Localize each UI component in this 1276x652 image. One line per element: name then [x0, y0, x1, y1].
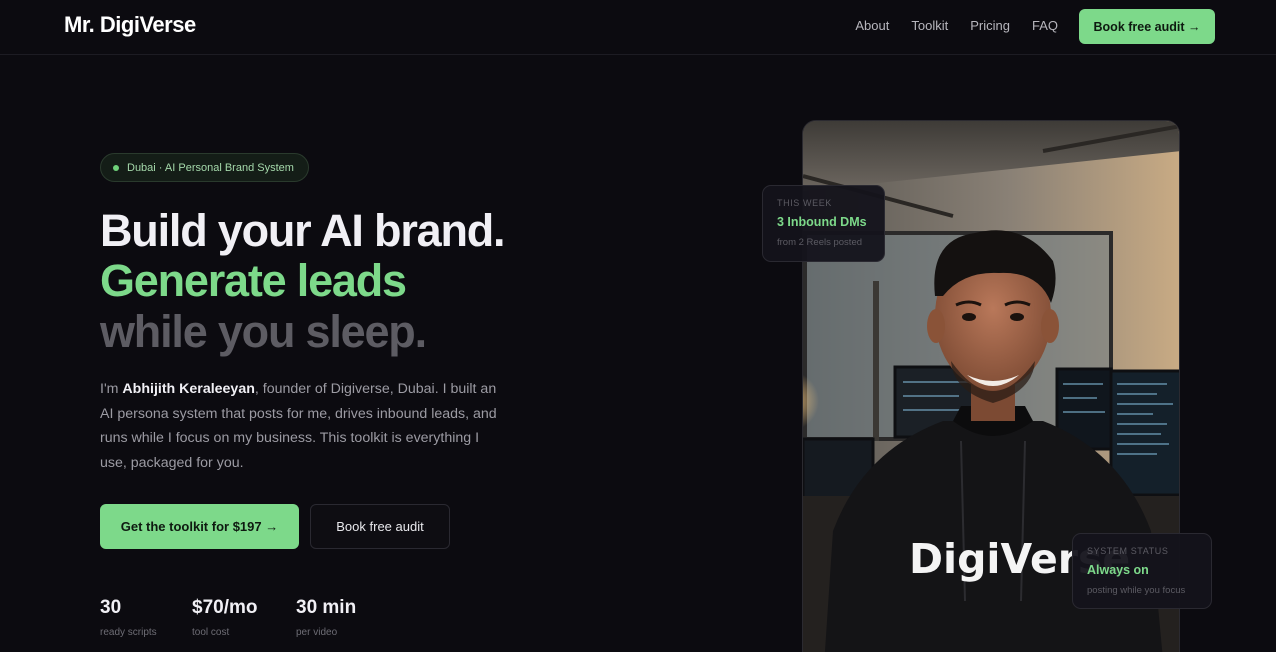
stat-tool-cost: $70/mo tool cost: [192, 597, 257, 638]
intro-name: Abhijith Keraleeyan: [122, 381, 255, 397]
inbound-dms-card: THIS WEEK 3 Inbound DMs from 2 Reels pos…: [762, 185, 885, 262]
headline-line-1: Build your AI brand.: [100, 205, 506, 256]
nav-book-audit-button[interactable]: Book free audit →: [1079, 9, 1215, 44]
headline-line-2: Generate leads: [100, 255, 407, 306]
logo-text: Mr. DigiVerse: [64, 12, 196, 37]
intro-prefix: I'm: [100, 381, 123, 397]
card-kicker: SYSTEM STATUS: [1087, 546, 1169, 556]
stat-label: per video: [296, 627, 338, 638]
get-toolkit-button[interactable]: Get the toolkit for $197 →: [100, 504, 299, 549]
brand-logo[interactable]: Mr. DigiVerse: [64, 12, 196, 38]
intro-paragraph: I'm Abhijith Keraleeyan, founder of Digi…: [100, 377, 500, 476]
top-nav: Mr. DigiVerse About Toolkit Pricing FAQ …: [0, 0, 1276, 55]
nav-link-faq[interactable]: FAQ: [1032, 18, 1058, 33]
badge-label: Dubai · AI Personal Brand System: [127, 161, 294, 174]
location-badge: Dubai · AI Personal Brand System: [100, 153, 309, 182]
nav-link-about[interactable]: About: [855, 18, 889, 33]
nav-links: About Toolkit Pricing FAQ: [855, 18, 1058, 33]
stat-value: 30 min: [296, 597, 357, 618]
stat-value: 30: [100, 597, 122, 618]
card-title: Always on: [1087, 563, 1149, 577]
stat-label: ready scripts: [100, 627, 157, 638]
stat-scripts: 30 ready scripts: [100, 597, 157, 638]
card-kicker: THIS WEEK: [777, 198, 832, 208]
nav-link-toolkit[interactable]: Toolkit: [911, 18, 948, 33]
card-subtitle: posting while you focus: [1087, 585, 1186, 596]
status-dot-icon: [113, 164, 119, 171]
card-title: 3 Inbound DMs: [777, 215, 867, 229]
nav-link-pricing[interactable]: Pricing: [970, 18, 1010, 33]
stat-per-video: 30 min per video: [296, 597, 356, 638]
system-status-card: SYSTEM STATUS Always on posting while yo…: [1072, 533, 1212, 609]
stat-value: $70/mo: [192, 597, 258, 618]
book-audit-button[interactable]: Book free audit: [310, 504, 450, 549]
headline-line-3: while you sleep.: [100, 306, 427, 357]
stat-label: tool cost: [192, 627, 230, 638]
card-subtitle: from 2 Reels posted: [777, 237, 863, 248]
